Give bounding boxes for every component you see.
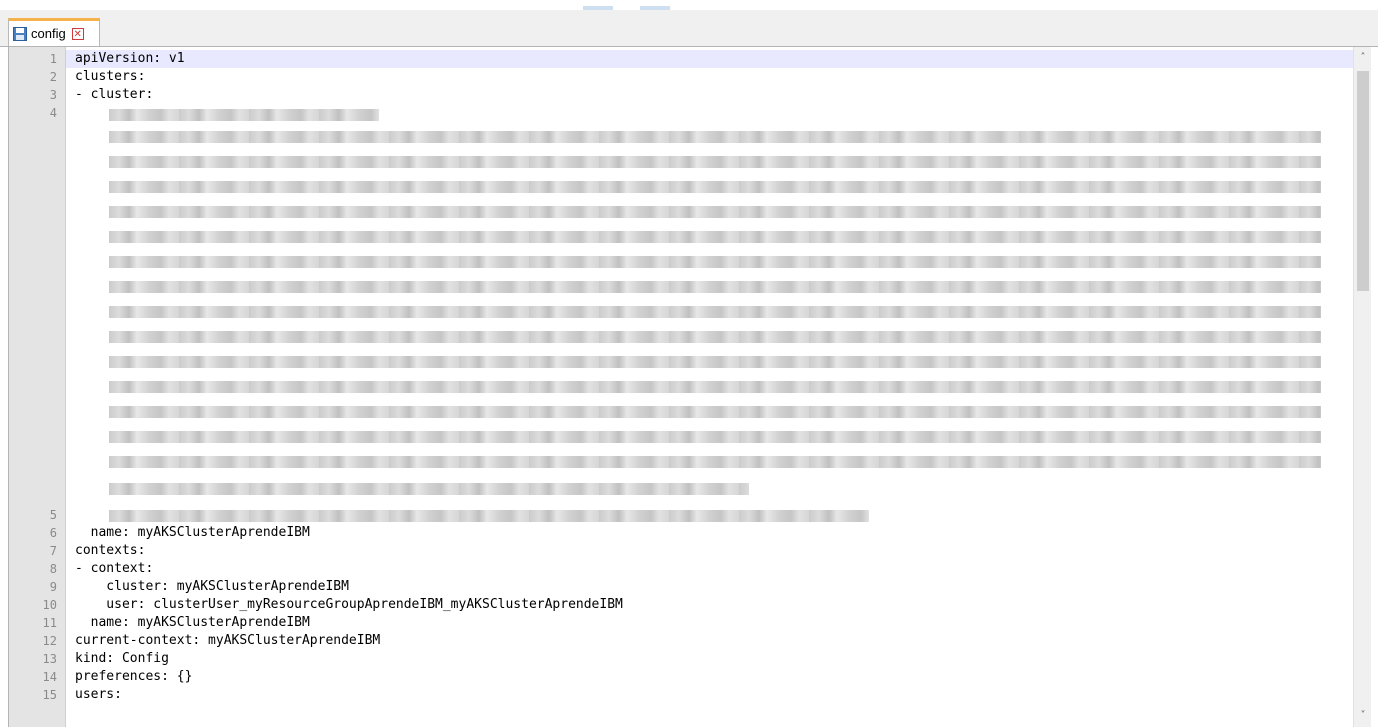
scroll-up-icon[interactable]: ˄ — [1354, 49, 1371, 67]
line-number: 3 — [49, 88, 57, 102]
line-number: 6 — [49, 526, 57, 540]
code-line: name: myAKSClusterAprendeIBM — [75, 525, 310, 540]
line-number: 9 — [49, 580, 57, 594]
close-icon[interactable]: ✕ — [71, 27, 84, 40]
code-line: apiVersion: v1 — [75, 51, 185, 66]
redacted-content — [109, 483, 749, 508]
code-line: contexts: — [75, 543, 146, 558]
line-number: 4 — [49, 106, 57, 120]
line-number: 10 — [42, 598, 57, 612]
code-editor[interactable]: 1 2 3 4 5 6 7 8 9 10 11 12 13 14 15 apiV… — [8, 47, 1371, 727]
line-number: 1 — [49, 52, 57, 66]
line-number: 2 — [49, 70, 57, 84]
tab-bar: config ✕ — [0, 10, 1378, 47]
save-icon — [13, 26, 27, 41]
top-strip — [0, 0, 1378, 10]
line-number: 15 — [42, 688, 57, 702]
code-line: - cluster: — [75, 87, 154, 102]
tab-title: config — [31, 26, 66, 41]
scroll-down-icon[interactable]: ˅ — [1354, 707, 1371, 725]
code-line: preferences: {} — [75, 669, 193, 684]
line-number: 11 — [42, 616, 57, 630]
code-line: current-context: myAKSClusterAprendeIBM — [75, 633, 381, 648]
line-number: 5 — [49, 508, 57, 522]
line-number: 12 — [42, 634, 57, 648]
line-number: 13 — [42, 652, 57, 666]
redacted-content — [109, 131, 1321, 481]
code-line: name: myAKSClusterAprendeIBM — [75, 615, 310, 630]
line-number: 14 — [42, 670, 57, 684]
tab-config[interactable]: config ✕ — [8, 18, 100, 46]
code-line: user: clusterUser_myResourceGroupAprende… — [75, 597, 623, 612]
scroll-thumb[interactable] — [1357, 71, 1369, 291]
code-line: kind: Config — [75, 651, 169, 666]
code-line: - context: — [75, 561, 154, 576]
line-number-gutter: 1 2 3 4 5 6 7 8 9 10 11 12 13 14 15 — [9, 47, 66, 727]
line-number: 8 — [49, 562, 57, 576]
line-number: 7 — [49, 544, 57, 558]
code-line: users: — [75, 687, 122, 702]
current-line-highlight — [66, 50, 1353, 68]
vertical-scrollbar[interactable]: ˄ ˅ — [1353, 47, 1371, 727]
code-line: cluster: myAKSClusterAprendeIBM — [75, 579, 349, 594]
code-line: clusters: — [75, 69, 146, 84]
